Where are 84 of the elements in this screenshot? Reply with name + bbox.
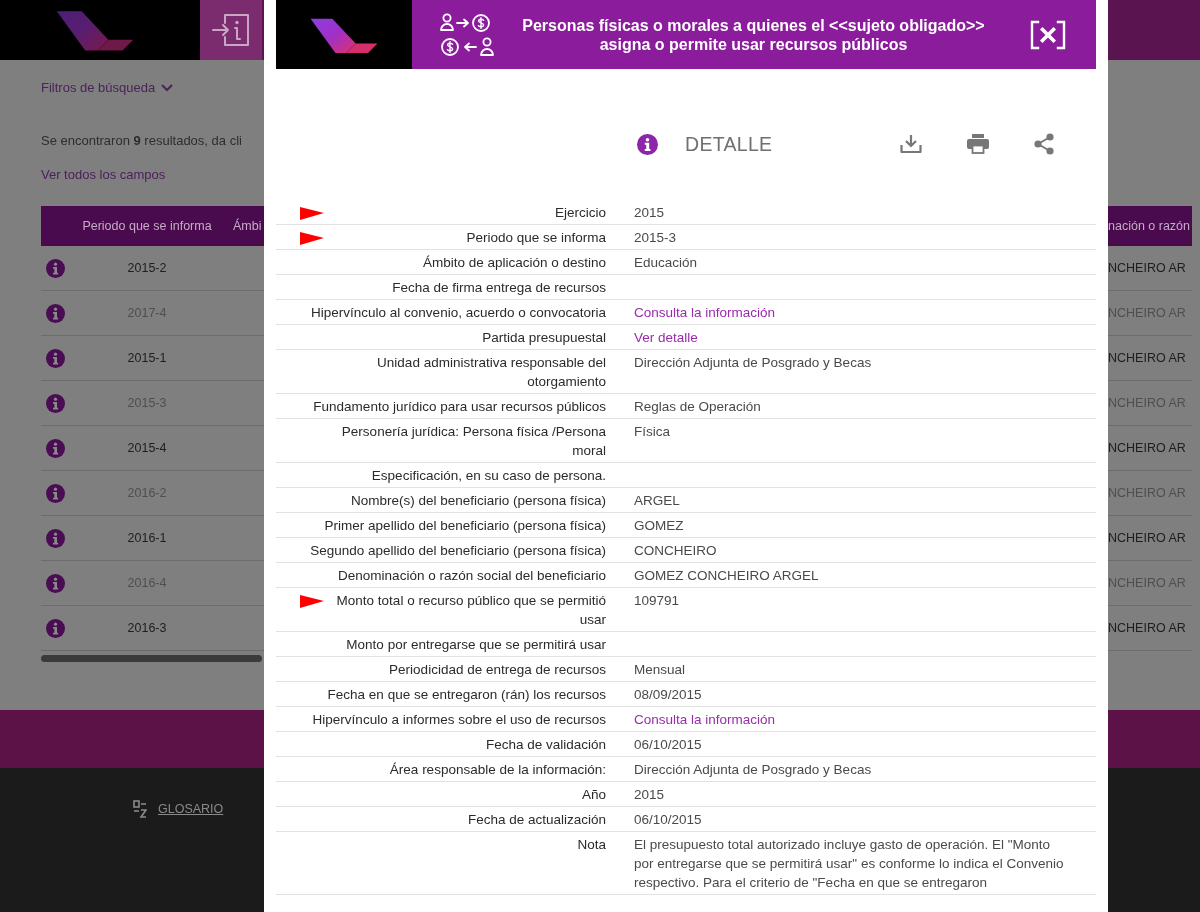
field-label: Periodicidad de entrega de recursos <box>389 660 606 679</box>
info-icon[interactable] <box>46 393 65 413</box>
field-label: Fecha de actualización <box>467 810 606 829</box>
field-label: Fundamento jurídico para usar recursos públicos <box>313 397 606 416</box>
field-value: 06/10/2015 <box>634 810 702 829</box>
field-label: Partida presupuestal <box>482 328 606 347</box>
field-label: Nota <box>577 835 606 854</box>
download-icon[interactable] <box>900 134 922 154</box>
table-cell: 2015-2 <box>127 259 167 277</box>
field-label: Unidad administrativa responsable del otorgamiento <box>376 353 606 391</box>
print-icon[interactable] <box>967 134 989 154</box>
field-label: Monto por entregarse que se permitirá usar <box>346 635 606 654</box>
field-value: 08/09/2015 <box>634 685 702 704</box>
table-cell: NCHEIRO AR <box>1108 619 1186 637</box>
modal-title: Personas físicas o morales a quienes el <<sujeto obligado>> asigna o permite usar recursos públicos <box>521 15 986 54</box>
view-all-fields-link[interactable]: Ver todos los campos <box>41 165 166 184</box>
info-icon[interactable] <box>46 483 65 503</box>
info-icon[interactable] <box>46 303 65 323</box>
info-icon[interactable] <box>46 618 65 638</box>
table-cell: 2016-3 <box>127 619 167 637</box>
field-label: Hipervínculo a informes sobre el uso de recursos <box>312 710 606 729</box>
field-label: Nombre(s) del beneficiario (persona física) <box>350 491 606 510</box>
column-header: Ámbi <box>233 217 262 235</box>
field-label: Fecha de firma entrega de recursos <box>392 278 606 297</box>
field-label: Área responsable de la información: <box>389 760 606 779</box>
table-cell: NCHEIRO AR <box>1108 349 1186 367</box>
table-cell: NCHEIRO AR <box>1108 529 1186 547</box>
field-label: Hipervínculo al convenio, acuerdo o convocatoria <box>311 303 606 322</box>
info-icon[interactable] <box>46 438 65 458</box>
field-value: 2015 <box>634 203 665 222</box>
field-link[interactable]: Consulta la información <box>634 302 776 322</box>
field-label: Monto total o recurso público que se permitió usar <box>335 591 606 629</box>
field-label: Ámbito de aplicación o destino <box>422 253 606 272</box>
person-coin-exchange-icon <box>440 12 496 57</box>
glossary-icon <box>133 800 147 818</box>
field-value: ARGEL <box>634 491 680 510</box>
info-icon[interactable] <box>46 528 65 548</box>
results-summary: Se encontraron 9 resultados, da cli <box>41 132 242 150</box>
table-cell: NCHEIRO AR <box>1108 259 1186 277</box>
field-link[interactable]: Consulta la información <box>634 709 776 729</box>
field-label: Periodo que se informa <box>466 228 606 247</box>
field-value: CONCHEIRO <box>634 541 717 560</box>
field-value: 2015 <box>634 785 665 804</box>
field-value: 109791 <box>634 591 680 610</box>
field-label: Denominación o razón social del beneficiario <box>338 566 606 585</box>
field-value: El presupuesto total autorizado incluye gasto de operación. El "Monto por entregarse que se permitirá usar" es conforme lo indica el Convenio respectivo. Para el criterio de "Fecha en que se entregaron <box>634 835 1065 892</box>
field-label: Fecha en que se entregaron (rán) los recursos <box>327 685 606 704</box>
table-cell: NCHEIRO AR <box>1108 439 1186 457</box>
field-label: Primer apellido del beneficiario (persona física) <box>324 516 606 535</box>
info-icon[interactable] <box>46 348 65 368</box>
field-value: 2015-3 <box>634 228 677 247</box>
field-label: Especificación, en su caso de persona. <box>371 466 606 485</box>
field-link[interactable]: Ver detalle <box>634 327 698 347</box>
ribbon-logo-icon <box>55 9 135 51</box>
section-title: DETALLE <box>685 132 773 156</box>
field-value: Mensual <box>634 660 686 679</box>
field-label: Segundo apellido del beneficiario (persona física) <box>310 541 606 560</box>
share-icon[interactable] <box>1034 133 1054 155</box>
column-header: Periodo que se informa <box>82 217 212 235</box>
sign-in-button[interactable] <box>200 0 262 60</box>
sign-in-icon <box>211 12 251 48</box>
field-value: Dirección Adjunta de Posgrado y Becas <box>634 760 872 779</box>
close-icon[interactable] <box>1030 19 1066 50</box>
table-cell: 2015-1 <box>127 349 167 367</box>
chevron-down-icon <box>161 83 174 92</box>
field-label: Año <box>581 785 606 804</box>
table-cell: 2015-4 <box>127 439 167 457</box>
info-icon[interactable] <box>46 573 65 593</box>
field-value: Dirección Adjunta de Posgrado y Becas <box>634 353 872 372</box>
info-icon <box>637 133 658 155</box>
info-icon[interactable] <box>46 258 65 278</box>
field-value: GOMEZ <box>634 516 684 535</box>
column-header: nación o razón <box>1108 217 1190 235</box>
field-value: Física <box>634 422 670 441</box>
field-label: Personería jurídica: Persona física /Persona moral <box>340 422 606 460</box>
field-value: Educación <box>634 253 698 272</box>
field-label: Fecha de validación <box>485 735 606 754</box>
table-cell: 2016-1 <box>127 529 167 547</box>
glossary-link[interactable]: GLOSARIO <box>133 800 224 818</box>
field-value: 06/10/2015 <box>634 735 702 754</box>
field-value: Reglas de Operación <box>634 397 761 416</box>
field-value: GOMEZ CONCHEIRO ARGEL <box>634 566 819 585</box>
horizontal-scrollbar[interactable] <box>41 655 262 662</box>
field-label: Ejercicio <box>555 203 606 222</box>
